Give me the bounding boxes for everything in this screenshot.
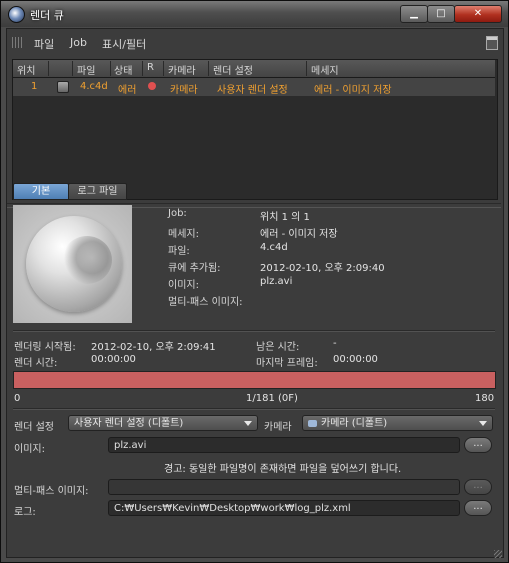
camera-icon: [308, 419, 317, 427]
close-button[interactable]: ✕: [454, 5, 502, 23]
render-settings-dropdown-value: 사용자 렌더 설정 (디폴트): [74, 418, 184, 429]
log-label: 로그:: [14, 507, 36, 518]
menu-file[interactable]: 파일: [34, 36, 54, 52]
progress-frame-label: 1/181 (0F): [246, 393, 298, 404]
info-queued-value: 2012-02-10, 오후 2:09:40: [260, 263, 385, 274]
column-separator[interactable]: [72, 61, 73, 76]
cinema4d-app-icon[interactable]: [8, 6, 25, 23]
render-started-value: 2012-02-10, 오후 2:09:41: [91, 342, 216, 353]
render-settings-label: 렌더 설정: [14, 422, 54, 433]
panel-menu-icon[interactable]: [486, 36, 498, 50]
last-frame-value: 00:00:00: [333, 354, 378, 365]
divider: [13, 408, 495, 410]
col-header-status[interactable]: 상태: [114, 62, 132, 77]
remaining-time-value: -: [333, 338, 337, 349]
row-enable-checkbox[interactable]: [57, 81, 69, 93]
window-title: 렌더 큐: [30, 9, 64, 22]
render-time-value: 00:00:00: [91, 354, 136, 365]
camera-dropdown[interactable]: 카메라 (디폴트): [302, 415, 493, 431]
image-label: 이미지:: [14, 444, 45, 455]
info-job-value: 위치 1 의 1: [260, 212, 310, 223]
log-browse-button[interactable]: ...: [464, 500, 492, 516]
col-header-message[interactable]: 메세지: [311, 62, 339, 77]
column-separator[interactable]: [163, 61, 164, 76]
tab-basic[interactable]: 기본: [13, 183, 69, 200]
minimize-button[interactable]: ▁: [400, 5, 428, 23]
info-image-value: plz.avi: [260, 276, 293, 287]
row-message: 에러 - 이미지 저장: [314, 85, 392, 96]
menu-view-filter[interactable]: 표시/필터: [102, 36, 146, 52]
col-header-file[interactable]: 파일: [77, 62, 95, 77]
tab-log-file[interactable]: 로그 파일: [68, 183, 127, 200]
progress-end-label: 180: [475, 393, 495, 404]
preview-sphere-swirl: [62, 236, 112, 284]
last-frame-label: 마지막 프레임:: [256, 358, 318, 369]
info-queued-label: 큐에 추가됨:: [168, 263, 221, 274]
info-message-value: 에러 - 이미지 저장: [260, 229, 338, 240]
render-started-label: 렌더링 시작됨:: [14, 342, 76, 353]
col-header-r[interactable]: R: [147, 62, 154, 73]
multipass-path-field[interactable]: [108, 479, 460, 495]
col-header-position[interactable]: 위치: [17, 62, 35, 77]
row-file: 4.c4d: [80, 81, 108, 92]
camera-label: 카메라: [264, 422, 292, 433]
remaining-time-label: 남은 시간:: [256, 342, 300, 353]
resize-grip-icon[interactable]: [494, 550, 502, 558]
divider: [13, 330, 495, 332]
info-message-label: 메세지:: [168, 229, 199, 240]
column-separator[interactable]: [110, 61, 111, 76]
column-separator[interactable]: [142, 61, 143, 76]
info-file-value: 4.c4d: [260, 242, 288, 253]
info-image-label: 이미지:: [168, 280, 199, 291]
multipass-browse-button[interactable]: ...: [464, 479, 492, 495]
log-path-field[interactable]: C:₩Users₩Kevin₩Desktop₩work₩log_plz.xml: [108, 500, 460, 516]
progress-start-label: 0: [14, 393, 21, 404]
row-render-settings: 사용자 렌더 설정: [217, 85, 288, 96]
col-header-camera[interactable]: 카메라: [168, 62, 196, 77]
render-time-label: 렌더 시간:: [14, 358, 58, 369]
row-position: 1: [31, 81, 38, 92]
image-path-field[interactable]: plz.avi: [108, 437, 460, 453]
progress-fill: [14, 372, 495, 388]
multipass-image-label: 멀티-패스 이미지:: [14, 486, 89, 497]
chevron-down-icon: [244, 421, 252, 426]
column-separator[interactable]: [208, 61, 209, 76]
info-file-label: 파일:: [168, 246, 190, 257]
column-separator[interactable]: [306, 61, 307, 76]
row-camera: 카메라: [170, 85, 198, 96]
col-header-render-settings[interactable]: 렌더 설정: [213, 62, 253, 77]
info-job-label: Job:: [168, 208, 187, 219]
camera-dropdown-value: 카메라 (디폴트): [321, 418, 388, 429]
render-settings-dropdown[interactable]: 사용자 렌더 설정 (디폴트): [68, 415, 258, 431]
info-multipass-label: 멀티-패스 이미지:: [168, 297, 243, 308]
status-dot-icon: [148, 82, 156, 90]
image-browse-button[interactable]: ...: [464, 437, 492, 453]
menu-grip-icon[interactable]: [12, 37, 24, 48]
menu-job[interactable]: Job: [70, 36, 87, 49]
overwrite-warning: 경고: 동일한 파일명이 존재하면 파일을 덮어쓰기 합니다.: [164, 464, 402, 475]
chevron-down-icon: [479, 421, 487, 426]
row-status: 에러: [118, 85, 137, 96]
maximize-button[interactable]: □: [427, 5, 455, 23]
column-separator[interactable]: [48, 61, 49, 76]
